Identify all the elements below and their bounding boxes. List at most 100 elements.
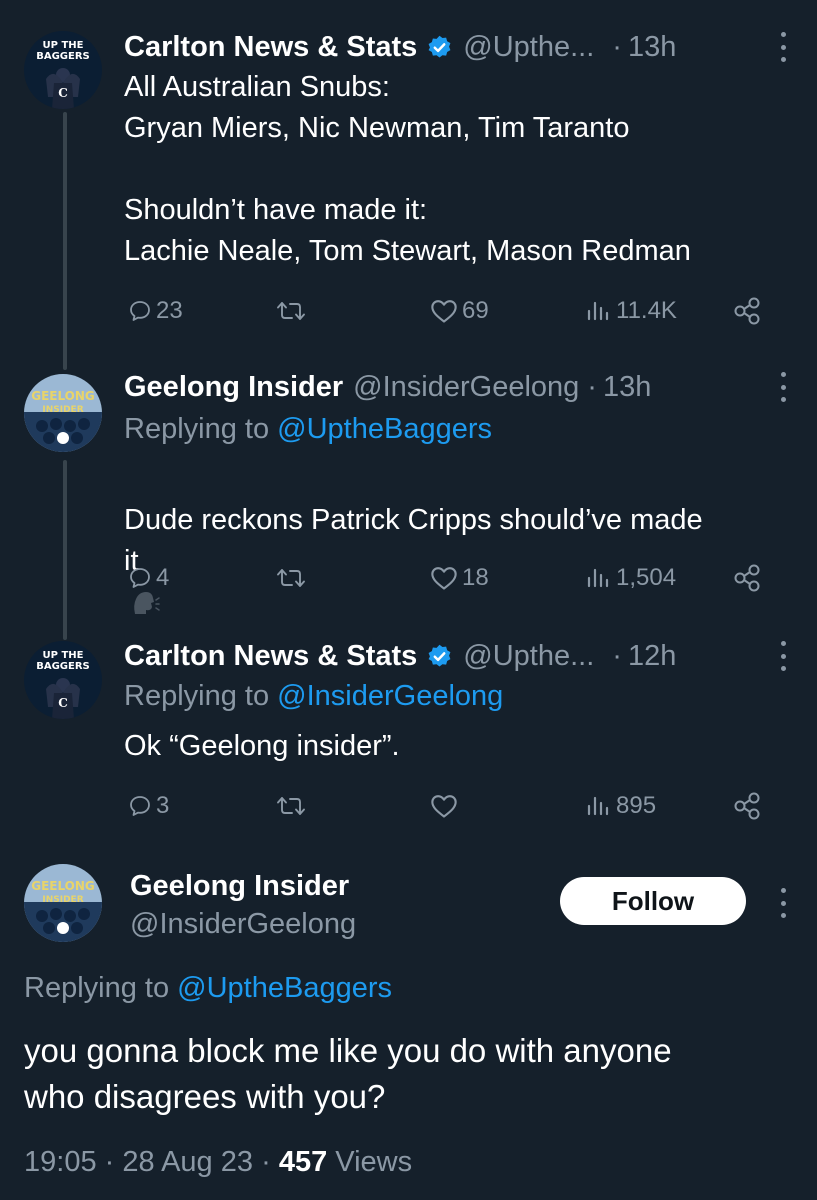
reply-icon <box>130 568 150 588</box>
geelong-logo-icon: GEELONG INSIDER <box>24 864 102 942</box>
retweet-icon <box>277 569 305 587</box>
tweet-text: Dude reckons Patrick Cripps should’ve ma… <box>124 459 703 623</box>
reply-icon <box>130 301 150 321</box>
tweet-actions: 4 18 1,504 <box>124 558 784 598</box>
share-button[interactable] <box>732 558 762 598</box>
separator-dot: · <box>261 1146 271 1178</box>
reply-mention-link[interactable]: @UptheBaggers <box>277 413 492 445</box>
avatar-geelong-main[interactable]: GEELONG INSIDER <box>24 864 102 942</box>
author-name[interactable]: Geelong Insider <box>124 371 343 404</box>
svg-text:C: C <box>58 696 68 710</box>
avatar-text-line2: INSIDER <box>42 895 83 905</box>
tweet-time[interactable]: 12h <box>628 640 676 673</box>
reply-button[interactable]: 23 <box>128 291 183 331</box>
retweet-icon <box>277 302 305 320</box>
share-icon <box>734 792 760 820</box>
share-button[interactable] <box>732 291 762 331</box>
author-handle[interactable]: @Upthe... <box>463 640 594 673</box>
views-button[interactable]: 895 <box>586 786 656 826</box>
avatar-text-line1: UP THE <box>43 40 84 51</box>
avatar-text-line2: INSIDER <box>42 405 83 415</box>
avatar-carlton[interactable]: UP THE BAGGERS C <box>24 641 102 719</box>
like-button[interactable]: 69 <box>430 291 489 331</box>
follow-button[interactable]: Follow <box>560 877 746 925</box>
reply-button[interactable]: 4 <box>128 558 169 598</box>
replying-to: Replying to @UptheBaggers <box>24 972 392 1005</box>
svg-text:C: C <box>58 86 68 100</box>
tweet-carlton-2[interactable]: UP THE BAGGERS C Carlton News & Stats @U… <box>0 636 817 836</box>
author-name[interactable]: Carlton News & Stats <box>124 640 417 673</box>
tweet-meta: 19:05 · 28 Aug 23 · 457 Views <box>24 1146 412 1179</box>
tweet-date[interactable]: 28 Aug 23 <box>122 1146 253 1178</box>
tweet-time[interactable]: 13h <box>603 371 651 404</box>
retweet-button[interactable] <box>276 786 310 826</box>
reply-count: 4 <box>156 564 170 591</box>
like-count: 69 <box>462 297 489 324</box>
analytics-icon <box>587 301 609 321</box>
heart-icon <box>431 795 457 818</box>
tweet-header: Carlton News & Stats @Upthe... · 12h <box>124 636 676 676</box>
reply-count: 3 <box>156 792 170 819</box>
tweet-timestamp[interactable]: 19:05 <box>24 1146 97 1178</box>
share-icon <box>734 297 760 325</box>
replying-prefix: Replying to <box>24 972 178 1004</box>
main-author-name[interactable]: Geelong Insider <box>130 870 349 903</box>
reply-mention-link[interactable]: @UptheBaggers <box>177 972 392 1004</box>
reply-count: 23 <box>156 297 183 324</box>
tweet-geelong-1[interactable]: GEELONG INSIDER Geelong Insider @Insider… <box>0 367 817 614</box>
separator-dot: · <box>612 30 622 63</box>
tweet-time[interactable]: 13h <box>628 31 676 64</box>
avatar-text-line1: UP THE <box>43 650 84 661</box>
more-options-icon[interactable] <box>779 32 787 62</box>
more-options-icon[interactable] <box>779 372 787 402</box>
carlton-logo-icon: UP THE BAGGERS C <box>24 31 102 109</box>
author-handle[interactable]: @InsiderGeelong <box>353 371 579 404</box>
view-count: 1,504 <box>616 564 677 591</box>
avatar-text-line2: BAGGERS <box>36 51 90 62</box>
share-button[interactable] <box>732 786 762 826</box>
avatar-geelong[interactable]: GEELONG INSIDER <box>24 374 102 452</box>
view-count: 895 <box>616 792 657 819</box>
replying-prefix: Replying to <box>124 413 278 445</box>
tweet-header: Carlton News & Stats @Upthe... · 13h <box>124 27 676 67</box>
avatar-text-line1: GEELONG <box>31 389 95 403</box>
like-count: 18 <box>462 564 489 591</box>
author-handle[interactable]: @Upthe... <box>463 31 594 64</box>
views-count: 457 <box>278 1146 328 1178</box>
retweet-icon <box>277 797 305 815</box>
replying-to: Replying to @UptheBaggers <box>124 413 492 446</box>
more-options-icon[interactable] <box>779 641 787 671</box>
views-button[interactable]: 11.4K <box>586 291 677 331</box>
geelong-logo-icon: GEELONG INSIDER <box>24 374 102 452</box>
separator-dot: · <box>104 1146 115 1178</box>
views-button[interactable]: 1,504 <box>586 558 676 598</box>
retweet-button[interactable] <box>276 291 310 331</box>
avatar-carlton[interactable]: UP THE BAGGERS C <box>24 31 102 109</box>
verified-badge-icon <box>428 35 451 58</box>
retweet-button[interactable] <box>276 558 310 598</box>
tweet-actions: 23 69 11.4K <box>124 291 784 331</box>
reply-button[interactable]: 3 <box>128 786 169 826</box>
like-button[interactable]: 18 <box>430 558 489 598</box>
like-button[interactable] <box>430 786 462 826</box>
tweet-carlton-1[interactable]: UP THE BAGGERS C Carlton News & Stats @U… <box>0 27 817 347</box>
heart-icon <box>431 300 457 323</box>
author-name[interactable]: Carlton News & Stats <box>124 31 417 64</box>
reply-icon <box>130 796 150 816</box>
views-label: Views <box>335 1146 413 1178</box>
separator-dot: · <box>612 639 622 672</box>
share-icon <box>734 564 760 592</box>
verified-badge-icon <box>428 644 451 667</box>
tweet-actions: 3 895 <box>124 786 784 826</box>
replying-prefix: Replying to <box>124 680 278 712</box>
analytics-icon <box>587 796 609 816</box>
view-count: 11.4K <box>616 297 677 324</box>
more-options-icon[interactable] <box>779 888 787 918</box>
tweet-header: Geelong Insider @InsiderGeelong · 13h <box>124 367 651 407</box>
tweet-text: All Australian Snubs: Gryan Miers, Nic N… <box>124 71 691 267</box>
reply-mention-link[interactable]: @InsiderGeelong <box>277 680 503 712</box>
separator-dot: · <box>587 370 597 403</box>
main-author-handle[interactable]: @InsiderGeelong <box>130 908 356 941</box>
avatar-text-line1: GEELONG <box>31 879 95 893</box>
tweet-text: Ok “Geelong insider”. <box>124 730 400 762</box>
